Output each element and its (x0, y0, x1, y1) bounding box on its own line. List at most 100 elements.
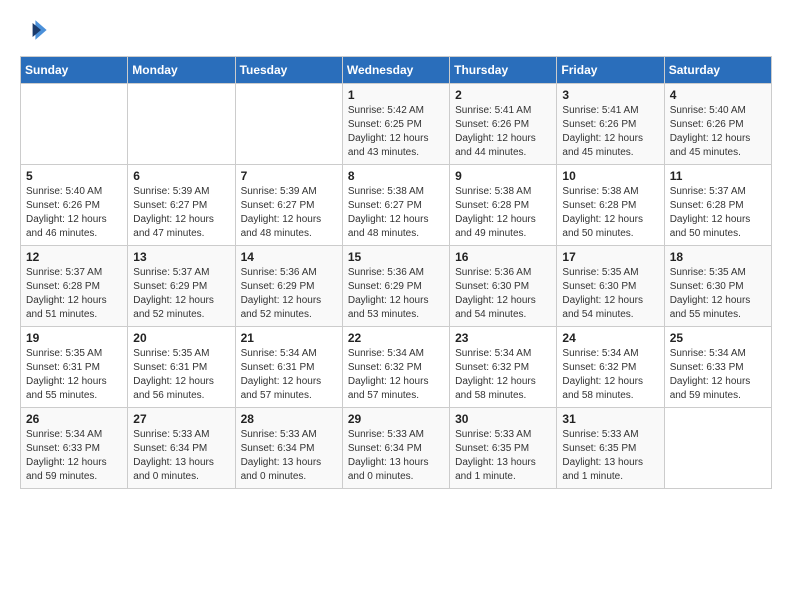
day-info: Sunrise: 5:33 AM Sunset: 6:34 PM Dayligh… (348, 428, 444, 484)
day-info: Sunrise: 5:38 AM Sunset: 6:28 PM Dayligh… (455, 185, 551, 241)
day-number: 13 (133, 250, 229, 264)
calendar-cell: 3 Sunrise: 5:41 AM Sunset: 6:26 PM Daylig… (557, 84, 664, 165)
day-number: 25 (670, 331, 766, 345)
calendar-cell: 15 Sunrise: 5:36 AM Sunset: 6:29 PM Dayli… (342, 246, 449, 327)
day-info: Sunrise: 5:34 AM Sunset: 6:33 PM Dayligh… (670, 347, 766, 403)
calendar-cell: 4 Sunrise: 5:40 AM Sunset: 6:26 PM Daylig… (664, 84, 771, 165)
day-info: Sunrise: 5:42 AM Sunset: 6:25 PM Dayligh… (348, 104, 444, 160)
day-info: Sunrise: 5:35 AM Sunset: 6:31 PM Dayligh… (26, 347, 122, 403)
logo (20, 16, 52, 44)
day-number: 5 (26, 169, 122, 183)
day-info: Sunrise: 5:35 AM Sunset: 6:31 PM Dayligh… (133, 347, 229, 403)
weekday-header: Wednesday (342, 57, 449, 84)
calendar-cell: 11Sunrise: 5:37 AM Sunset: 6:28 PM Dayli… (664, 165, 771, 246)
day-info: Sunrise: 5:40 AM Sunset: 6:26 PM Dayligh… (670, 104, 766, 160)
day-info: Sunrise: 5:38 AM Sunset: 6:27 PM Dayligh… (348, 185, 444, 241)
day-number: 8 (348, 169, 444, 183)
day-number: 28 (241, 412, 337, 426)
day-number: 3 (562, 88, 658, 102)
day-number: 22 (348, 331, 444, 345)
day-info: Sunrise: 5:33 AM Sunset: 6:35 PM Dayligh… (562, 428, 658, 484)
calendar-week-row: 12Sunrise: 5:37 AM Sunset: 6:28 PM Dayli… (21, 246, 772, 327)
calendar-cell: 7Sunrise: 5:39 AM Sunset: 6:27 PM Daylig… (235, 165, 342, 246)
page-header (20, 16, 772, 44)
calendar-cell (21, 84, 128, 165)
calendar-cell: 21 Sunrise: 5:34 AM Sunset: 6:31 PM Dayli… (235, 327, 342, 408)
day-number: 17 (562, 250, 658, 264)
calendar-week-row: 19Sunrise: 5:35 AM Sunset: 6:31 PM Dayli… (21, 327, 772, 408)
day-number: 23 (455, 331, 551, 345)
day-info: Sunrise: 5:40 AM Sunset: 6:26 PM Dayligh… (26, 185, 122, 241)
calendar-cell: 16 Sunrise: 5:36 AM Sunset: 6:30 PM Dayli… (450, 246, 557, 327)
calendar-cell: 17 Sunrise: 5:35 AM Sunset: 6:30 PM Dayli… (557, 246, 664, 327)
day-info: Sunrise: 5:34 AM Sunset: 6:32 PM Dayligh… (348, 347, 444, 403)
weekday-header: Sunday (21, 57, 128, 84)
day-number: 2 (455, 88, 551, 102)
day-number: 24 (562, 331, 658, 345)
day-number: 10 (562, 169, 658, 183)
day-number: 12 (26, 250, 122, 264)
day-number: 21 (241, 331, 337, 345)
logo-icon (20, 16, 48, 44)
weekday-header: Tuesday (235, 57, 342, 84)
day-info: Sunrise: 5:41 AM Sunset: 6:26 PM Dayligh… (455, 104, 551, 160)
weekday-header: Thursday (450, 57, 557, 84)
calendar-cell: 27 Sunrise: 5:33 AM Sunset: 6:34 PM Dayli… (128, 408, 235, 489)
day-info: Sunrise: 5:37 AM Sunset: 6:28 PM Dayligh… (670, 185, 766, 241)
day-number: 27 (133, 412, 229, 426)
day-info: Sunrise: 5:36 AM Sunset: 6:29 PM Dayligh… (241, 266, 337, 322)
calendar-cell: 12Sunrise: 5:37 AM Sunset: 6:28 PM Dayli… (21, 246, 128, 327)
calendar-cell: 19Sunrise: 5:35 AM Sunset: 6:31 PM Dayli… (21, 327, 128, 408)
day-info: Sunrise: 5:36 AM Sunset: 6:30 PM Dayligh… (455, 266, 551, 322)
day-info: Sunrise: 5:36 AM Sunset: 6:29 PM Dayligh… (348, 266, 444, 322)
day-number: 6 (133, 169, 229, 183)
calendar-week-row: 26 Sunrise: 5:34 AM Sunset: 6:33 PM Dayli… (21, 408, 772, 489)
calendar-cell: 18Sunrise: 5:35 AM Sunset: 6:30 PM Dayli… (664, 246, 771, 327)
calendar-cell: 25 Sunrise: 5:34 AM Sunset: 6:33 PM Dayli… (664, 327, 771, 408)
day-number: 26 (26, 412, 122, 426)
day-number: 20 (133, 331, 229, 345)
day-info: Sunrise: 5:35 AM Sunset: 6:30 PM Dayligh… (562, 266, 658, 322)
calendar-cell: 9Sunrise: 5:38 AM Sunset: 6:28 PM Daylig… (450, 165, 557, 246)
weekday-header: Friday (557, 57, 664, 84)
calendar-cell: 31 Sunrise: 5:33 AM Sunset: 6:35 PM Dayli… (557, 408, 664, 489)
calendar-cell: 10 Sunrise: 5:38 AM Sunset: 6:28 PM Dayli… (557, 165, 664, 246)
day-number: 29 (348, 412, 444, 426)
calendar-cell: 30Sunrise: 5:33 AM Sunset: 6:35 PM Dayli… (450, 408, 557, 489)
day-number: 4 (670, 88, 766, 102)
day-info: Sunrise: 5:37 AM Sunset: 6:29 PM Dayligh… (133, 266, 229, 322)
day-info: Sunrise: 5:33 AM Sunset: 6:35 PM Dayligh… (455, 428, 551, 484)
day-info: Sunrise: 5:41 AM Sunset: 6:26 PM Dayligh… (562, 104, 658, 160)
day-info: Sunrise: 5:33 AM Sunset: 6:34 PM Dayligh… (133, 428, 229, 484)
weekday-header: Saturday (664, 57, 771, 84)
day-number: 7 (241, 169, 337, 183)
day-number: 14 (241, 250, 337, 264)
weekday-header: Monday (128, 57, 235, 84)
calendar-week-row: 5 Sunrise: 5:40 AM Sunset: 6:26 PM Daylig… (21, 165, 772, 246)
calendar-cell: 20 Sunrise: 5:35 AM Sunset: 6:31 PM Dayli… (128, 327, 235, 408)
calendar-cell: 5 Sunrise: 5:40 AM Sunset: 6:26 PM Daylig… (21, 165, 128, 246)
calendar-cell (664, 408, 771, 489)
calendar-cell: 26 Sunrise: 5:34 AM Sunset: 6:33 PM Dayli… (21, 408, 128, 489)
day-info: Sunrise: 5:38 AM Sunset: 6:28 PM Dayligh… (562, 185, 658, 241)
weekday-header-row: SundayMondayTuesdayWednesdayThursdayFrid… (21, 57, 772, 84)
day-number: 31 (562, 412, 658, 426)
day-info: Sunrise: 5:39 AM Sunset: 6:27 PM Dayligh… (133, 185, 229, 241)
calendar-cell: 24Sunrise: 5:34 AM Sunset: 6:32 PM Dayli… (557, 327, 664, 408)
calendar-table: SundayMondayTuesdayWednesdayThursdayFrid… (20, 56, 772, 489)
day-info: Sunrise: 5:34 AM Sunset: 6:31 PM Dayligh… (241, 347, 337, 403)
day-number: 16 (455, 250, 551, 264)
day-info: Sunrise: 5:34 AM Sunset: 6:32 PM Dayligh… (455, 347, 551, 403)
calendar-cell: 2 Sunrise: 5:41 AM Sunset: 6:26 PM Daylig… (450, 84, 557, 165)
calendar-cell: 8 Sunrise: 5:38 AM Sunset: 6:27 PM Daylig… (342, 165, 449, 246)
calendar-cell (128, 84, 235, 165)
day-info: Sunrise: 5:34 AM Sunset: 6:33 PM Dayligh… (26, 428, 122, 484)
calendar-cell: 1Sunrise: 5:42 AM Sunset: 6:25 PM Daylig… (342, 84, 449, 165)
calendar-cell (235, 84, 342, 165)
calendar-cell: 23 Sunrise: 5:34 AM Sunset: 6:32 PM Dayli… (450, 327, 557, 408)
calendar-cell: 14 Sunrise: 5:36 AM Sunset: 6:29 PM Dayli… (235, 246, 342, 327)
calendar-cell: 6 Sunrise: 5:39 AM Sunset: 6:27 PM Daylig… (128, 165, 235, 246)
calendar-cell: 28 Sunrise: 5:33 AM Sunset: 6:34 PM Dayli… (235, 408, 342, 489)
day-number: 15 (348, 250, 444, 264)
day-info: Sunrise: 5:33 AM Sunset: 6:34 PM Dayligh… (241, 428, 337, 484)
